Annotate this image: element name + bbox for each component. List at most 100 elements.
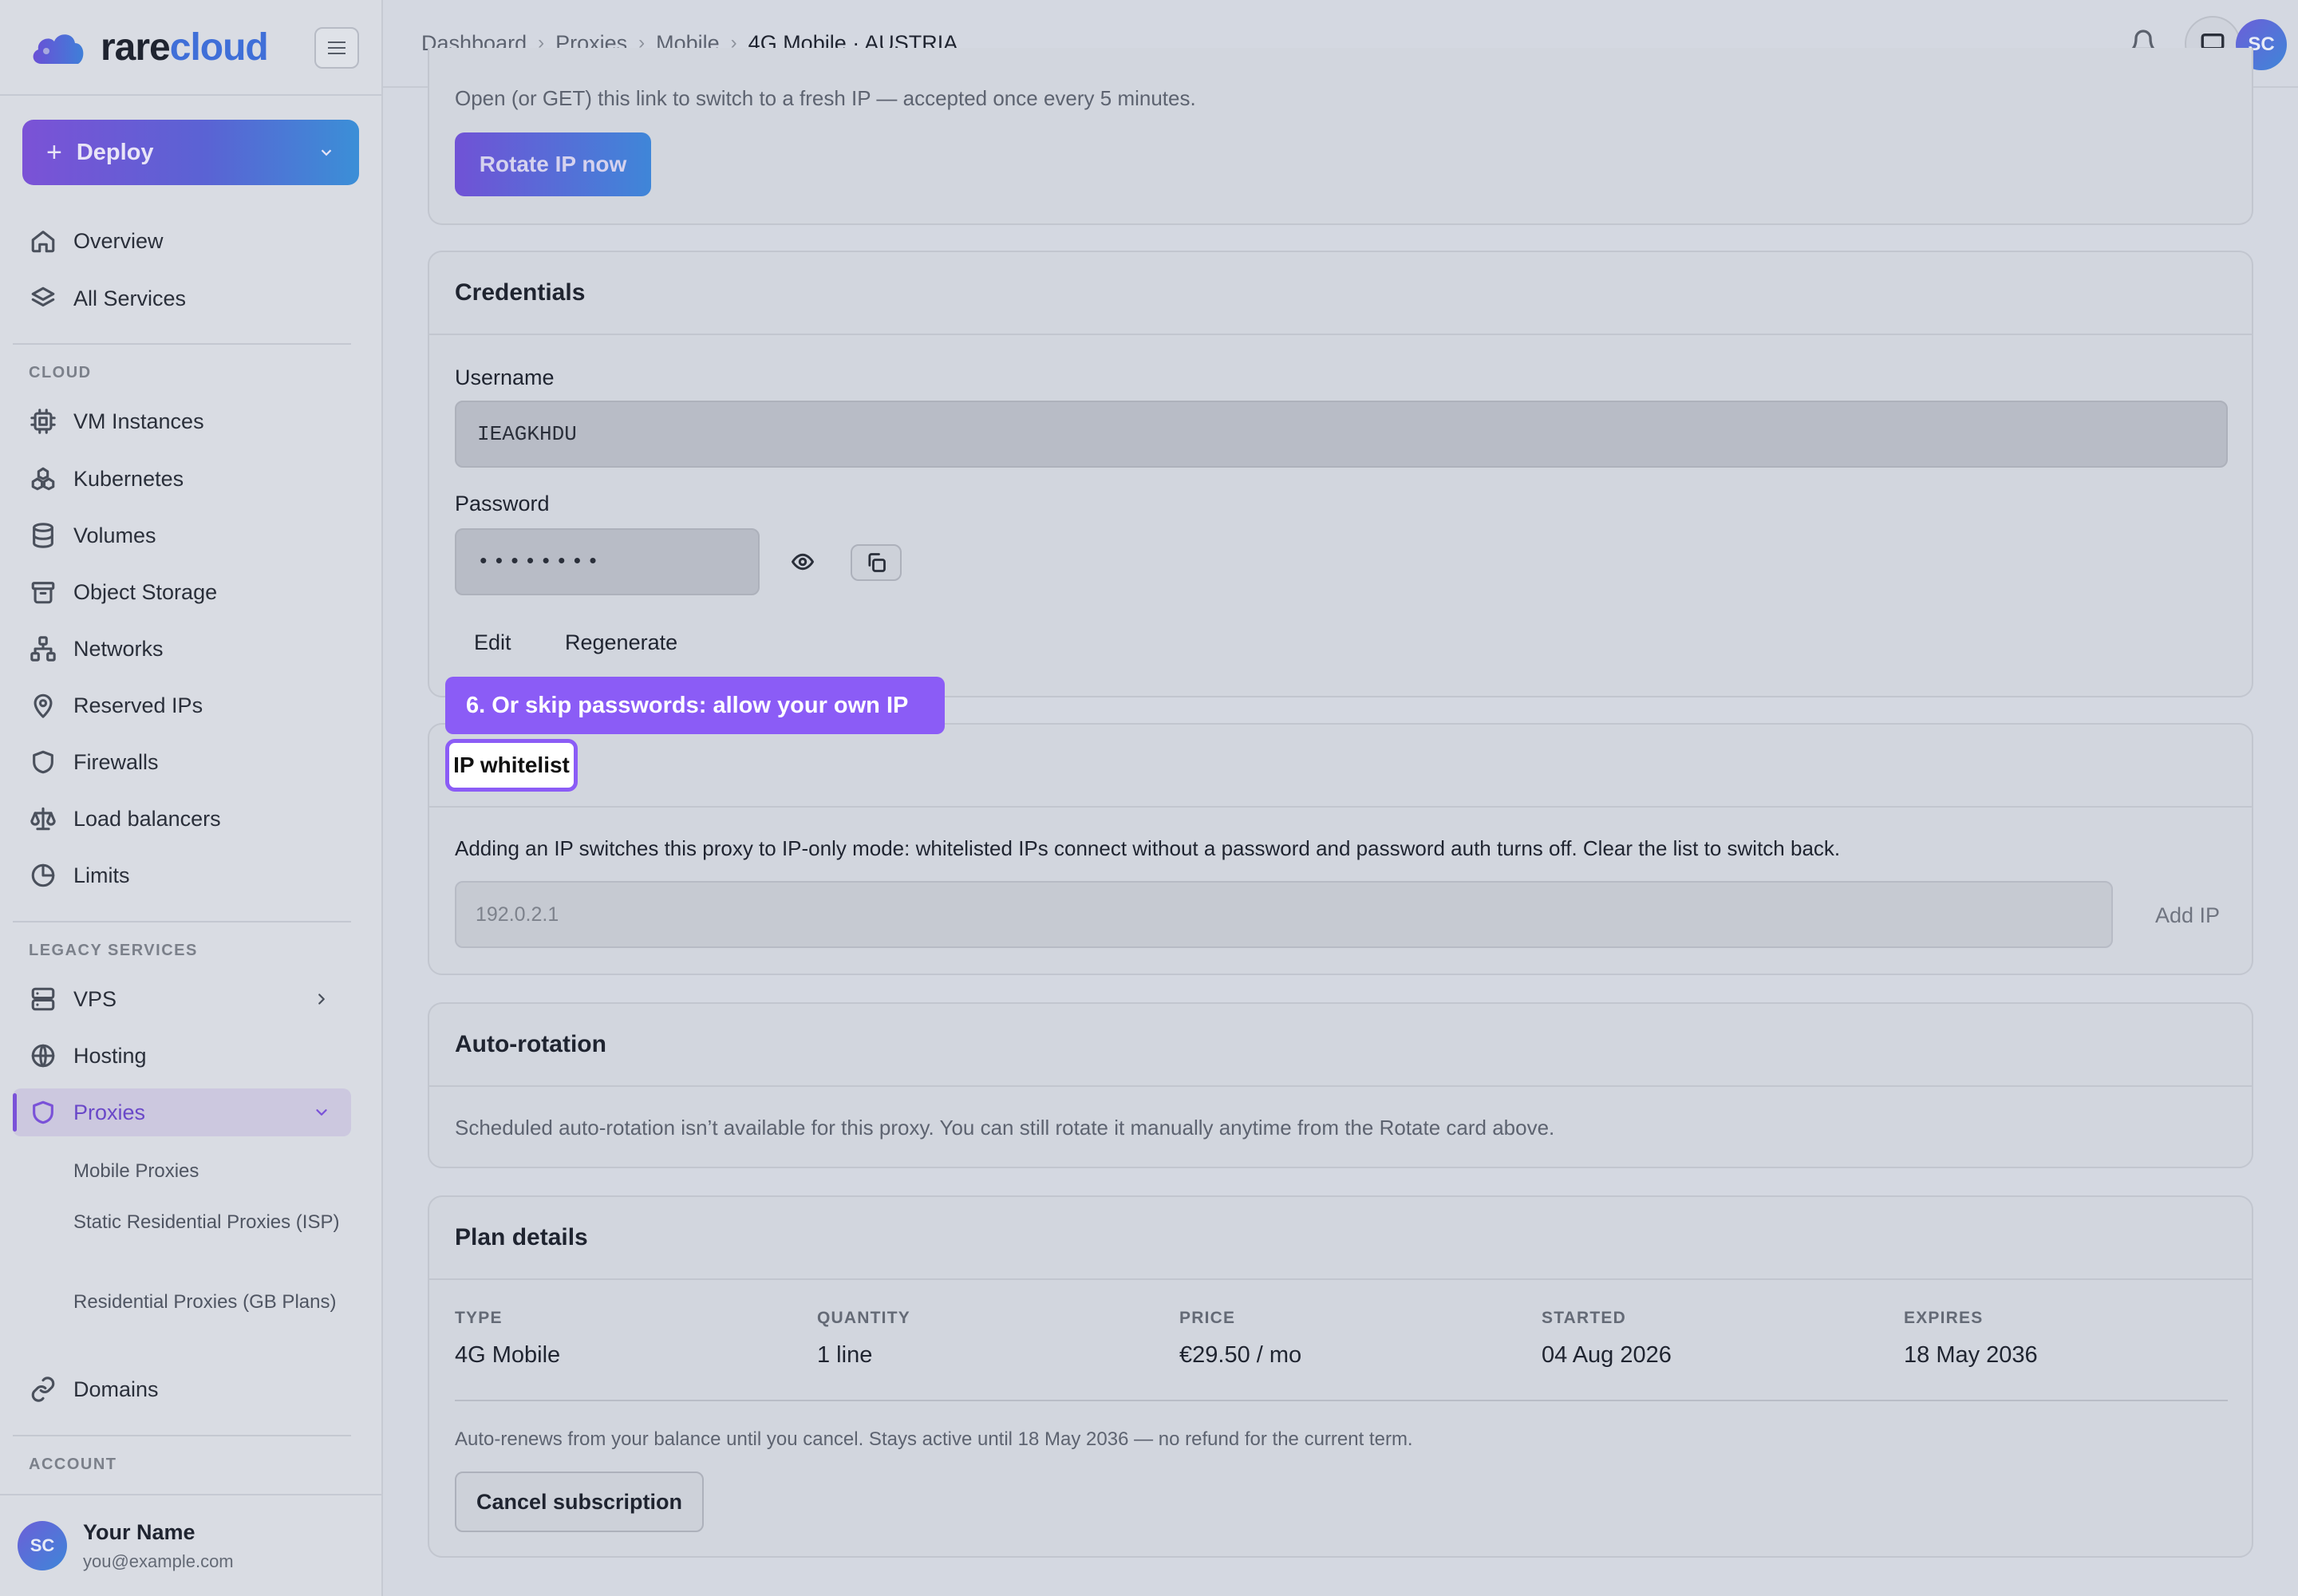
plan-type: TYPE 4G Mobile: [455, 1309, 560, 1369]
sidebar-item-label: Load balancers: [73, 806, 221, 831]
ip-whitelist-highlight[interactable]: IP whitelist: [445, 739, 578, 792]
rotate-ip-button[interactable]: Rotate IP now: [455, 132, 651, 196]
sidebar-item-label: Kubernetes: [73, 466, 184, 491]
credentials-card: Credentials Username IEAGKHDU Password •…: [428, 251, 2253, 697]
sidebar-item-hosting[interactable]: Hosting: [13, 1032, 351, 1080]
sidebar-item-firewalls[interactable]: Firewalls: [13, 738, 351, 786]
regenerate-password-button[interactable]: Regenerate: [565, 630, 677, 655]
sidebar: rarecloud + Deploy Overview All Services…: [0, 0, 383, 1596]
sidebar-subitem-mobile-proxies[interactable]: Mobile Proxies: [73, 1157, 345, 1186]
plan-price-label: PRICE: [1179, 1309, 1236, 1327]
hamburger-icon: [328, 47, 345, 49]
user-email: you@example.com: [83, 1551, 234, 1571]
plan-quantity-label: QUANTITY: [817, 1309, 910, 1327]
server-icon: [31, 987, 55, 1011]
add-ip-button[interactable]: Add IP: [2155, 903, 2220, 928]
sidebar-item-vps[interactable]: VPS: [13, 975, 351, 1023]
cancel-subscription-button[interactable]: Cancel subscription: [455, 1472, 704, 1532]
scale-icon: [30, 807, 56, 831]
user-profile[interactable]: SC Your Name you@example.com: [0, 1494, 381, 1596]
sidebar-item-label: Firewalls: [73, 749, 159, 774]
section-label-cloud: CLOUD: [29, 364, 92, 381]
sidebar-divider: [13, 343, 351, 345]
sidebar-divider: [13, 921, 351, 922]
sidebar-subitem-static-residential-proxies[interactable]: Static Residential Proxies (ISP): [73, 1208, 345, 1237]
edit-password-button[interactable]: Edit: [474, 630, 511, 655]
credentials-title: Credentials: [429, 252, 2252, 335]
copy-password-button[interactable]: [851, 544, 902, 581]
sidebar-item-overview[interactable]: Overview: [13, 217, 351, 265]
renew-note: Auto-renews from your balance until you …: [455, 1428, 1413, 1450]
auto-rotation-card: Auto-rotation Scheduled auto-rotation is…: [428, 1002, 2253, 1168]
plan-started-label: STARTED: [1542, 1309, 1627, 1327]
network-icon: [30, 636, 56, 662]
plan-started-value: 04 Aug 2026: [1542, 1342, 1672, 1368]
plan-expires-label: EXPIRES: [1904, 1309, 1984, 1327]
cpu-icon: [30, 409, 56, 434]
sidebar-item-domains[interactable]: Domains: [13, 1365, 351, 1413]
plan-price: PRICE €29.50 / mo: [1179, 1309, 1301, 1369]
plus-icon: +: [46, 136, 62, 168]
plan-price-value: €29.50 / mo: [1179, 1342, 1302, 1368]
user-name: Your Name: [83, 1519, 195, 1544]
sidebar-item-label: Limits: [73, 863, 130, 887]
map-pin-icon: [34, 693, 53, 718]
home-icon: [31, 231, 55, 253]
sidebar-item-label: All Services: [73, 286, 187, 310]
sidebar-item-label: Proxies: [73, 1100, 146, 1124]
sidebar-item-kubernetes[interactable]: Kubernetes: [13, 455, 351, 503]
deploy-button[interactable]: + Deploy: [22, 120, 359, 185]
chevron-down-icon: [316, 1109, 327, 1116]
auto-rotation-description: Scheduled auto-rotation isn’t available …: [455, 1116, 1555, 1140]
password-label: Password: [455, 492, 550, 516]
plan-quantity: QUANTITY 1 line: [817, 1309, 910, 1369]
collapse-sidebar-button[interactable]: [314, 27, 359, 69]
sidebar-item-label: Object Storage: [73, 579, 218, 604]
plan-type-label: TYPE: [455, 1309, 503, 1327]
avatar: SC: [18, 1521, 67, 1570]
plan-quantity-value: 1 line: [817, 1342, 873, 1368]
section-label-legacy: LEGACY SERVICES: [29, 942, 198, 959]
archive-icon: [31, 582, 55, 604]
brand-wordmark[interactable]: rarecloud: [101, 26, 269, 69]
sidebar-item-volumes[interactable]: Volumes: [13, 512, 351, 559]
username-label: Username: [455, 365, 555, 389]
sidebar-item-object-storage[interactable]: Object Storage: [13, 568, 351, 616]
sidebar-item-limits[interactable]: Limits: [13, 851, 351, 899]
sidebar-subitem-residential-proxies-gb[interactable]: Residential Proxies (GB Plans): [73, 1288, 345, 1317]
sidebar-item-label: Reserved IPs: [73, 693, 203, 717]
sidebar-item-vm-instances[interactable]: VM Instances: [13, 397, 351, 445]
globe-icon: [31, 1044, 55, 1068]
ip-whitelist-input[interactable]: 192.0.2.1: [455, 881, 2113, 948]
rotate-card: Open (or GET) this link to switch to a f…: [428, 48, 2253, 225]
sidebar-item-label: VM Instances: [73, 409, 204, 433]
sidebar-item-networks[interactable]: Networks: [13, 625, 351, 673]
sidebar-item-load-balancers[interactable]: Load balancers: [13, 795, 351, 843]
deploy-label: Deploy: [76, 139, 154, 165]
shield-icon: [33, 750, 53, 774]
chevron-right-icon: [318, 994, 325, 1005]
plan-expires-value: 18 May 2036: [1904, 1342, 2038, 1368]
plan-type-value: 4G Mobile: [455, 1342, 561, 1368]
username-field[interactable]: IEAGKHDU: [455, 401, 2228, 468]
plan-divider: [455, 1400, 2228, 1401]
copy-icon: [868, 553, 886, 572]
toggle-password-visibility-button[interactable]: [787, 546, 819, 578]
walkthrough-tooltip: 6. Or skip passwords: allow your own IP: [445, 677, 945, 734]
brand-name-part1: rare: [101, 26, 171, 69]
sidebar-item-reserved-ips[interactable]: Reserved IPs: [13, 681, 351, 729]
cloud-logo-icon[interactable]: [29, 27, 88, 67]
brand-name-part2: cloud: [169, 26, 269, 69]
sidebar-item-all-services[interactable]: All Services: [13, 275, 351, 322]
sidebar-item-label: VPS: [73, 986, 117, 1011]
sidebar-item-proxies[interactable]: Proxies: [13, 1088, 351, 1136]
plan-details-title: Plan details: [429, 1197, 2252, 1280]
auto-rotation-title: Auto-rotation: [429, 1004, 2252, 1087]
brand-header: rarecloud: [0, 0, 381, 96]
password-field[interactable]: ••••••••: [455, 528, 760, 595]
sidebar-item-label: Overview: [73, 228, 164, 253]
chevron-down-icon: [321, 149, 332, 156]
sidebar-item-label: Domains: [73, 1377, 159, 1401]
ip-whitelist-title: [429, 725, 2252, 808]
rotate-description: Open (or GET) this link to switch to a f…: [455, 86, 1196, 110]
